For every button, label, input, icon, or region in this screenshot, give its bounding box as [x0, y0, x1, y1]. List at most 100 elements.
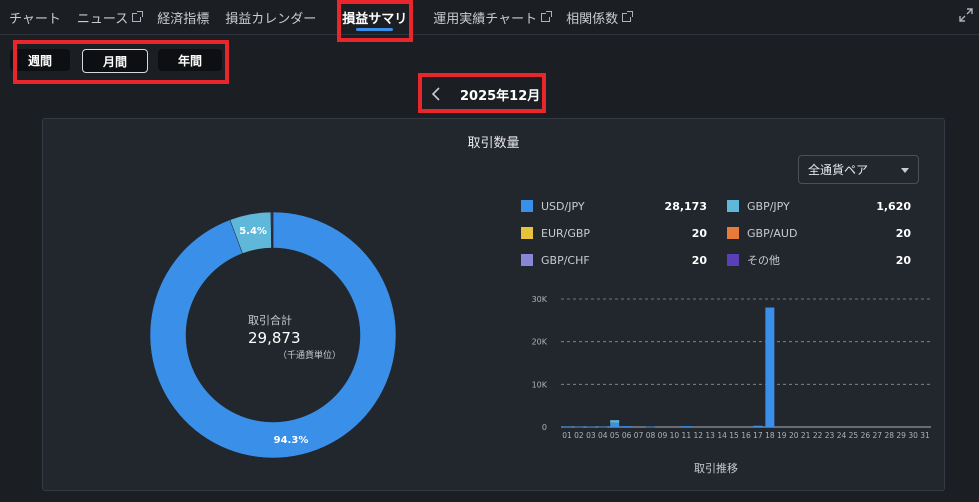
x-tick-label: 20	[789, 431, 799, 440]
x-tick-label: 25	[849, 431, 859, 440]
legend-item[interactable]: GBP/AUD 20	[727, 226, 911, 240]
bar[interactable]	[765, 307, 775, 427]
bar[interactable]	[574, 426, 584, 428]
slice-label: 5.4%	[239, 226, 267, 237]
legend-name: GBP/AUD	[747, 226, 798, 240]
x-tick-label: 04	[598, 431, 608, 440]
bar[interactable]	[622, 426, 632, 427]
x-tick-label: 21	[801, 431, 811, 440]
legend-value: 20	[691, 226, 707, 240]
bar[interactable]	[610, 422, 620, 427]
external-link-icon	[132, 10, 144, 22]
donut-slice[interactable]	[272, 211, 274, 249]
y-tick-label: 0	[542, 423, 547, 432]
bar[interactable]	[681, 426, 691, 427]
x-tick-label: 23	[825, 431, 835, 440]
total-unit: （千通貨単位）	[278, 351, 342, 361]
bar[interactable]	[753, 425, 763, 427]
tab-economic-indicators[interactable]: 経済指標	[149, 0, 217, 35]
x-tick-label: 06	[622, 431, 632, 440]
legend-swatch	[727, 254, 739, 266]
top-nav: チャート ニュース 経済指標 損益カレンダー 損益サマリ 運用実績チャート 相関…	[0, 0, 979, 35]
legend-value: 20	[691, 253, 707, 267]
tab-correlation[interactable]: 相関係数	[558, 0, 639, 35]
chevron-down-icon	[901, 168, 909, 173]
legend-value: 1,620	[876, 199, 911, 213]
x-tick-label: 12	[693, 431, 703, 440]
trade-volume-panel: 取引数量 全通貨ペア 94.3% 5.4% 取引合計 29,873 （千通貨単位）…	[42, 118, 945, 491]
tab-label: 損益サマリ	[342, 11, 408, 27]
legend-item[interactable]: GBP/CHF 20	[521, 253, 707, 267]
legend-name: USD/JPY	[541, 199, 585, 213]
pair-select[interactable]: 全通貨ペア	[798, 155, 919, 184]
x-tick-label: 16	[741, 431, 751, 440]
tab-chart[interactable]: チャート	[0, 0, 69, 35]
period-monthly-button[interactable]: 月間	[82, 49, 148, 73]
x-tick-label: 30	[908, 431, 918, 440]
pair-select-value: 全通貨ペア	[808, 163, 869, 177]
x-tick-label: 02	[574, 431, 584, 440]
x-tick-label: 29	[896, 431, 906, 440]
legend-swatch	[521, 227, 533, 239]
period-yearly-button[interactable]: 年間	[158, 49, 222, 71]
panel-title: 取引数量	[467, 136, 520, 151]
bar[interactable]	[610, 420, 620, 423]
legend-item[interactable]: USD/JPY 28,173	[521, 199, 707, 213]
x-tick-label: 24	[837, 431, 847, 440]
tab-label: 経済指標	[157, 11, 210, 27]
legend-swatch	[727, 227, 739, 239]
period-label: 年間	[177, 53, 202, 68]
donut-center: 取引合計 29,873 （千通貨単位）	[248, 312, 341, 361]
x-tick-label: 10	[670, 431, 680, 440]
bar-chart-title: 取引推移	[694, 462, 738, 475]
tab-pl-summary[interactable]: 損益サマリ	[334, 0, 415, 35]
x-tick-label: 18	[765, 431, 775, 440]
legend-swatch	[521, 254, 533, 266]
bar[interactable]	[646, 426, 656, 428]
legend-swatch	[727, 200, 739, 212]
x-tick-label: 15	[729, 431, 739, 440]
external-link-icon	[622, 10, 634, 22]
bar[interactable]	[562, 426, 572, 428]
x-tick-label: 19	[777, 431, 787, 440]
slice-label: 94.3%	[274, 435, 309, 446]
chevron-left-icon[interactable]	[428, 86, 444, 102]
tab-label: 損益カレンダー	[225, 11, 317, 27]
y-tick-label: 20K	[532, 338, 548, 347]
month-navigator: 2025年12月	[424, 81, 544, 107]
x-tick-label: 09	[658, 431, 668, 440]
total-value: 29,873	[248, 329, 301, 347]
legend-swatch	[521, 200, 533, 212]
external-link-icon	[541, 10, 553, 22]
x-tick-label: 26	[861, 431, 871, 440]
legend-value: 28,173	[664, 199, 707, 213]
tab-label: 運用実績チャート	[433, 11, 538, 27]
legend-item[interactable]: GBP/JPY 1,620	[727, 199, 911, 213]
tab-label: 相関係数	[566, 11, 619, 27]
period-weekly-button[interactable]: 週間	[10, 49, 70, 71]
period-label: 月間	[102, 54, 127, 69]
legend-item[interactable]: EUR/GBP 20	[521, 226, 707, 240]
tab-performance-chart[interactable]: 運用実績チャート	[425, 0, 558, 35]
tab-label: ニュース	[76, 11, 129, 27]
expand-icon[interactable]	[959, 8, 973, 22]
total-label: 取引合計	[248, 314, 292, 327]
x-tick-label: 11	[682, 431, 692, 440]
tab-pl-calendar[interactable]: 損益カレンダー	[217, 0, 324, 35]
x-tick-label: 17	[753, 431, 763, 440]
period-label: 週間	[27, 53, 52, 68]
x-tick-label: 27	[873, 431, 883, 440]
legend-name: GBP/JPY	[747, 199, 790, 213]
x-tick-label: 05	[610, 431, 620, 440]
legend-name: EUR/GBP	[541, 226, 591, 240]
x-tick-label: 03	[586, 431, 596, 440]
x-tick-label: 31	[920, 431, 930, 440]
x-tick-label: 22	[813, 431, 823, 440]
legend-value: 20	[895, 226, 911, 240]
x-tick-label: 08	[646, 431, 656, 440]
bar[interactable]	[598, 426, 608, 428]
y-tick-label: 10K	[532, 380, 548, 389]
tab-news[interactable]: ニュース	[69, 0, 149, 35]
legend-item[interactable]: その他 20	[727, 253, 911, 267]
bar[interactable]	[586, 426, 596, 428]
